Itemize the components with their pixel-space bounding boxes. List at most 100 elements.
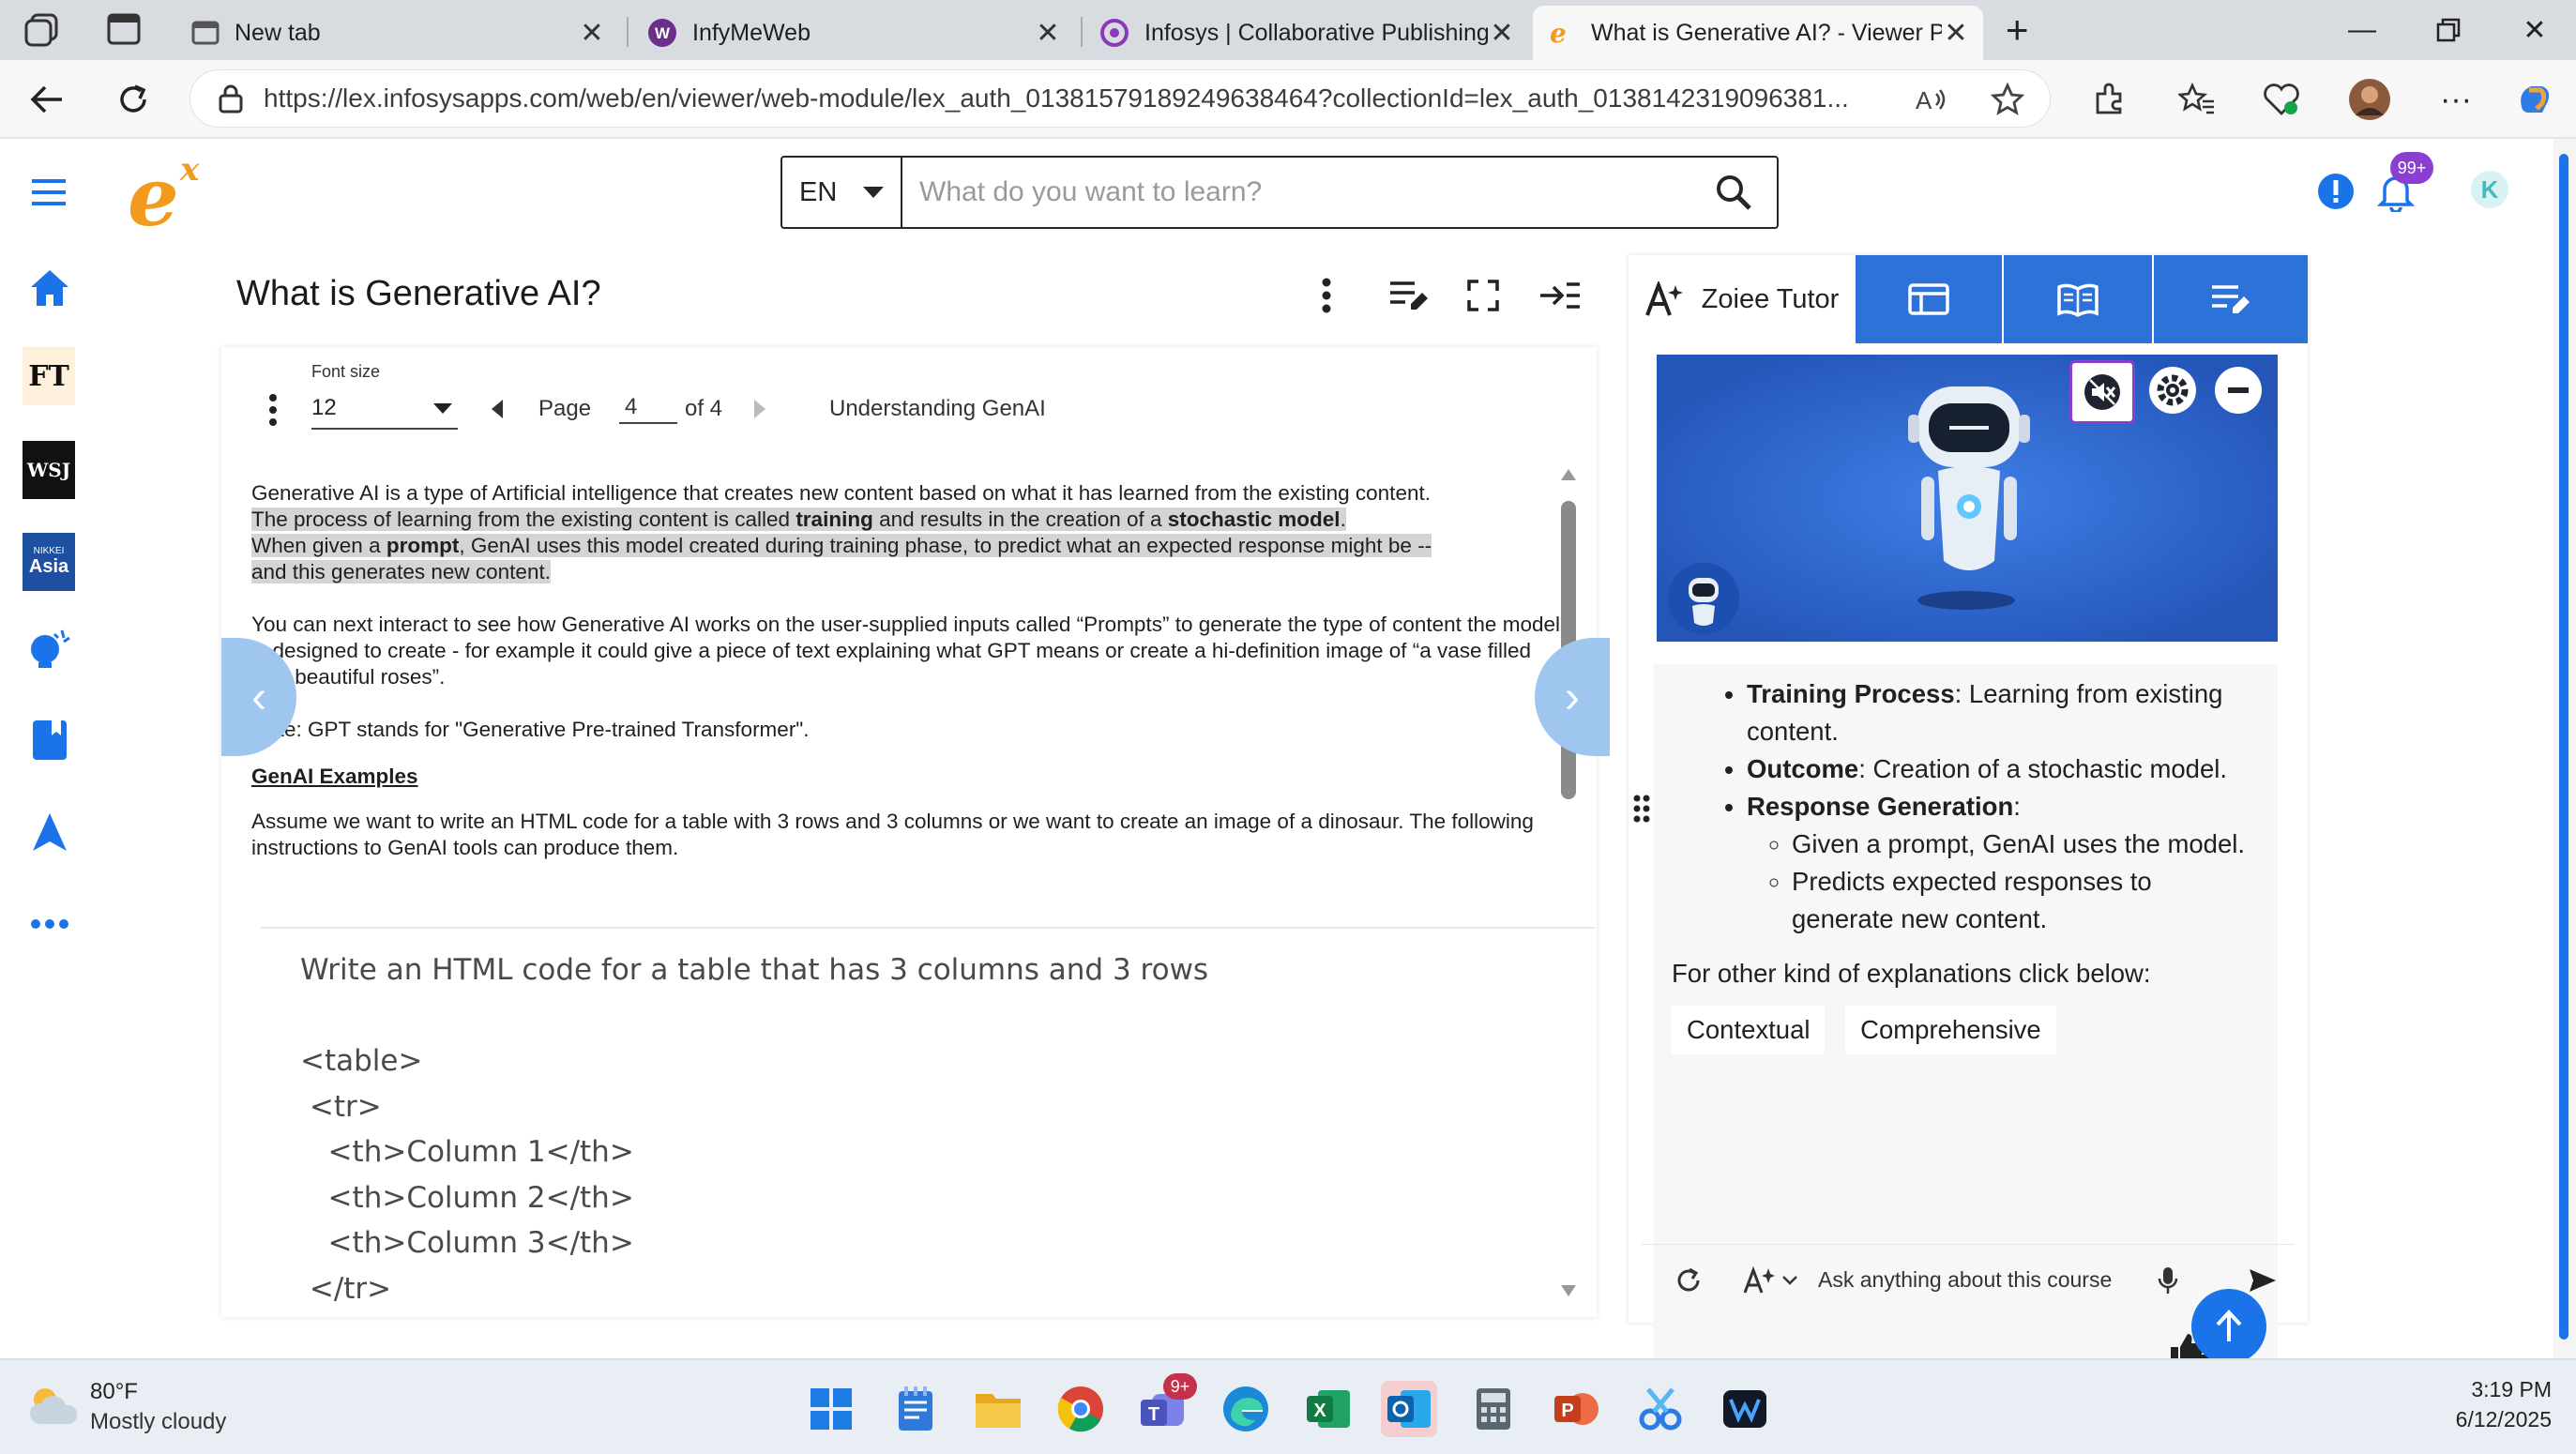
tab-infymeweb[interactable]: W InfyMeWeb ✕ bbox=[634, 6, 1075, 60]
tab-title: Infosys | Collaborative Publishing bbox=[1144, 19, 1488, 46]
open-book-icon bbox=[2056, 281, 2099, 317]
lex-logo[interactable]: ex bbox=[128, 152, 214, 233]
minimize-icon[interactable]: — bbox=[2325, 0, 2400, 60]
file-explorer-icon[interactable] bbox=[970, 1381, 1026, 1437]
excel-icon[interactable]: X bbox=[1300, 1381, 1356, 1437]
notepad-icon[interactable] bbox=[887, 1381, 944, 1437]
collapse-panel-icon[interactable] bbox=[1538, 281, 1582, 310]
clock-time[interactable]: 3:19 PM bbox=[2458, 1377, 2552, 1402]
book-icon[interactable] bbox=[21, 711, 79, 769]
minimize-video-icon[interactable] bbox=[2214, 366, 2263, 415]
profile-avatar[interactable] bbox=[2343, 73, 2396, 126]
window-scrollbar-thumb[interactable] bbox=[2559, 154, 2568, 1340]
outlook-icon[interactable] bbox=[1381, 1381, 1437, 1437]
microphone-icon[interactable] bbox=[2158, 1265, 2178, 1295]
drag-handle-icon[interactable] bbox=[1632, 794, 1651, 824]
kebab-menu-icon[interactable] bbox=[1321, 278, 1332, 313]
browser-tab-strip: New tab ✕ W InfyMeWeb ✕ Infosys | Collab… bbox=[0, 0, 2576, 60]
tab-actions-icon[interactable] bbox=[107, 13, 141, 45]
text-run: The process of learning from the existin… bbox=[251, 507, 796, 531]
weather-cloud-icon[interactable] bbox=[26, 1385, 81, 1426]
tab-zoiee-tutor[interactable]: Zoiee Tutor bbox=[1629, 255, 1856, 343]
page-number-input[interactable]: 4 bbox=[619, 388, 677, 424]
windows-start-icon[interactable] bbox=[803, 1381, 859, 1437]
examples-heading[interactable]: GenAI Examples bbox=[251, 765, 418, 788]
url-text[interactable]: https://lex.infosysapps.com/web/en/viewe… bbox=[264, 83, 1971, 114]
avatar-thumbnail[interactable] bbox=[1666, 561, 1741, 636]
home-icon[interactable] bbox=[21, 259, 79, 317]
explanation-chips: Contextual Comprehensive bbox=[1672, 1006, 2253, 1054]
ft-icon[interactable]: FT bbox=[23, 347, 75, 405]
reload-icon[interactable] bbox=[107, 73, 159, 126]
read-aloud-icon[interactable]: A bbox=[1906, 73, 1959, 126]
ai-mode-select[interactable] bbox=[1743, 1265, 1797, 1295]
scroll-down-icon[interactable] bbox=[1561, 1285, 1576, 1296]
teams-badge: 9+ bbox=[1163, 1373, 1197, 1400]
tab-summary[interactable] bbox=[1856, 255, 2004, 343]
refresh-icon[interactable] bbox=[1675, 1267, 1702, 1294]
ideas-icon[interactable] bbox=[21, 619, 79, 677]
close-window-icon[interactable]: ✕ bbox=[2497, 0, 2572, 60]
close-tab-icon[interactable]: ✕ bbox=[1942, 17, 1970, 50]
close-tab-icon[interactable]: ✕ bbox=[1034, 17, 1062, 50]
wsj-icon[interactable]: WSJ bbox=[23, 441, 75, 499]
extensions-icon[interactable] bbox=[2083, 73, 2135, 126]
language-select[interactable]: EN bbox=[782, 158, 902, 227]
contextual-chip[interactable]: Contextual bbox=[1672, 1006, 1826, 1054]
chat-input[interactable]: Ask anything about this course bbox=[1818, 1267, 2118, 1293]
reading-text: Generative AI is a type of Artificial in… bbox=[251, 480, 1574, 887]
tab-reading[interactable] bbox=[2004, 255, 2154, 343]
tab-collaborative-publishing[interactable]: Infosys | Collaborative Publishing ✕ bbox=[1086, 6, 1529, 60]
snipping-tool-icon[interactable] bbox=[1632, 1381, 1689, 1437]
favorite-star-icon[interactable] bbox=[1981, 73, 2034, 126]
clock-date[interactable]: 6/12/2025 bbox=[2430, 1407, 2552, 1432]
mute-button[interactable] bbox=[2069, 360, 2135, 424]
search-icon[interactable] bbox=[1715, 174, 1752, 211]
navigate-icon[interactable] bbox=[21, 803, 79, 861]
tab-title: InfyMeWeb bbox=[692, 19, 811, 46]
powerpoint-icon[interactable]: P bbox=[1548, 1381, 1604, 1437]
favorites-icon[interactable] bbox=[2171, 73, 2223, 126]
scroll-up-icon[interactable] bbox=[1561, 469, 1576, 480]
tab-generative-ai-viewer[interactable]: e What is Generative AI? - Viewer P ✕ bbox=[1533, 6, 1983, 60]
chrome-icon[interactable] bbox=[1053, 1381, 1109, 1437]
info-alert-icon[interactable] bbox=[2317, 173, 2355, 210]
hamburger-menu-icon[interactable] bbox=[30, 178, 68, 206]
edge-icon[interactable] bbox=[1218, 1381, 1274, 1437]
close-tab-icon[interactable]: ✕ bbox=[578, 17, 606, 50]
comprehensive-chip[interactable]: Comprehensive bbox=[1845, 1006, 2056, 1054]
font-size-select[interactable]: 12 bbox=[311, 388, 458, 430]
tab-notes[interactable] bbox=[2154, 255, 2308, 343]
workspaces-icon[interactable] bbox=[24, 13, 62, 47]
edit-notes-icon[interactable] bbox=[1388, 280, 1428, 311]
more-icon[interactable] bbox=[21, 895, 79, 953]
reader-options-icon[interactable] bbox=[268, 394, 278, 426]
restore-icon[interactable] bbox=[2411, 0, 2486, 60]
infymeweb-icon: W bbox=[647, 18, 677, 48]
text-run: and results in the creation of a bbox=[872, 507, 1168, 531]
settings-gear-icon[interactable] bbox=[2148, 366, 2197, 415]
fullscreen-icon[interactable] bbox=[1467, 280, 1499, 311]
calculator-icon[interactable] bbox=[1465, 1381, 1522, 1437]
send-icon[interactable] bbox=[2248, 1267, 2278, 1294]
browser-essentials-icon[interactable] bbox=[2255, 73, 2308, 126]
next-page-icon[interactable] bbox=[754, 400, 765, 418]
nikkei-asia-icon[interactable]: NIKKEI Asia bbox=[23, 533, 75, 591]
new-tab-icon bbox=[191, 21, 220, 45]
new-tab-plus-icon[interactable]: + bbox=[2006, 8, 2029, 53]
svg-text:K: K bbox=[2481, 175, 2499, 204]
media-app-icon[interactable] bbox=[1717, 1381, 1773, 1437]
search-box: EN bbox=[780, 156, 1779, 229]
back-arrow-icon[interactable] bbox=[21, 73, 73, 126]
profile-icon[interactable]: K bbox=[2469, 169, 2510, 210]
search-input[interactable] bbox=[902, 176, 1715, 208]
address-bar[interactable]: https://lex.infosysapps.com/web/en/viewe… bbox=[189, 69, 2051, 128]
copilot-icon[interactable] bbox=[2508, 73, 2561, 126]
tab-new-tab[interactable]: New tab ✕ bbox=[178, 6, 619, 60]
previous-page-icon[interactable] bbox=[492, 400, 503, 418]
svg-text:e: e bbox=[1550, 18, 1567, 48]
svg-text:X: X bbox=[1313, 1401, 1326, 1421]
settings-more-icon[interactable]: ··· bbox=[2430, 73, 2482, 126]
lock-icon[interactable] bbox=[219, 83, 243, 114]
close-tab-icon[interactable]: ✕ bbox=[1488, 17, 1516, 50]
